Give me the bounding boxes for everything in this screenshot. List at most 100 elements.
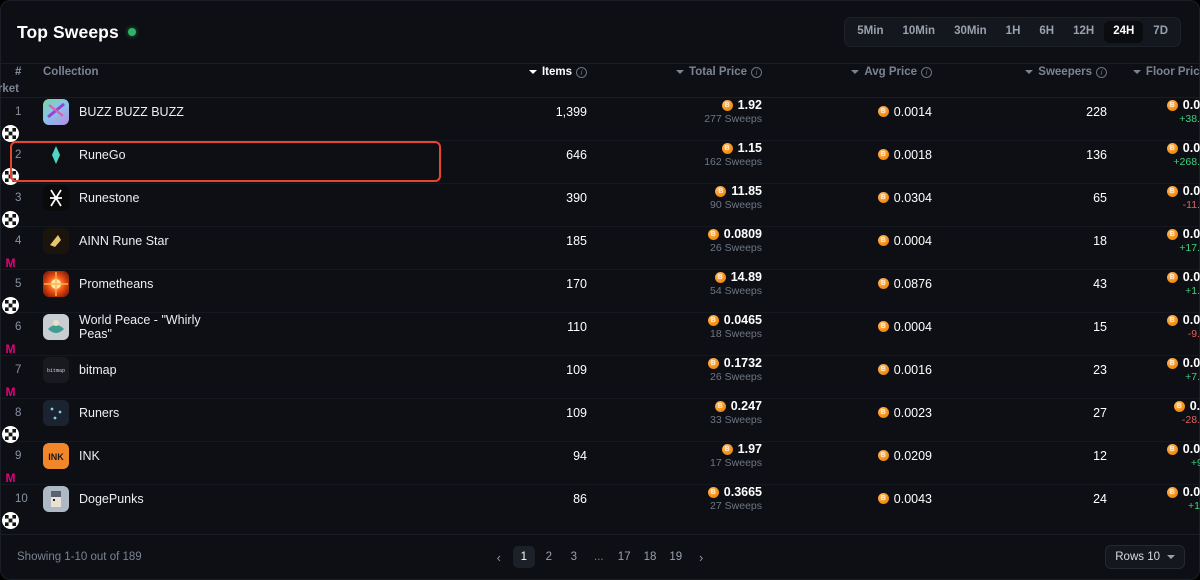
rows-per-page-select[interactable]: Rows 10: [1105, 545, 1185, 569]
column-header-total-price[interactable]: Total Price i: [587, 66, 762, 78]
pagination-page-2[interactable]: 2: [538, 546, 560, 568]
timeframe-6h[interactable]: 6H: [1030, 21, 1063, 43]
timeframe-10min[interactable]: 10Min: [893, 21, 944, 43]
pagination-page-18[interactable]: 18: [639, 546, 662, 568]
row-collection[interactable]: Prometheans: [35, 270, 427, 297]
floor-price-change: -28.06%: [1181, 414, 1200, 426]
row-collection[interactable]: World Peace - "Whirly Peas": [35, 313, 427, 341]
bitcoin-coin-icon: [721, 443, 733, 455]
market-icon-magiceden[interactable]: M: [2, 340, 19, 357]
avg-price-value: 0.0304: [893, 190, 932, 205]
collection-name: DogePunks: [79, 491, 144, 506]
market-icon-okx[interactable]: [2, 426, 19, 443]
row-total-price: 0.080926 Sweeps: [587, 227, 762, 254]
timeframe-5min[interactable]: 5Min: [848, 21, 892, 43]
row-collection[interactable]: DogePunks: [35, 485, 427, 512]
row-rank: 10: [15, 492, 28, 505]
row-total-price: 11.8590 Sweeps: [587, 184, 762, 211]
floor-price-value: 0.0015: [1182, 356, 1200, 370]
table-row[interactable]: 3Runestone39011.8590 Sweeps0.0304650.026…: [1, 184, 1200, 228]
floor-price-change: +1.93%: [1185, 285, 1200, 297]
column-header-items[interactable]: Items i: [427, 66, 587, 78]
info-icon[interactable]: i: [921, 66, 932, 78]
row-rank: 9: [15, 449, 22, 462]
table-row[interactable]: 7bitmapbitmap1090.173226 Sweeps0.0016230…: [1, 356, 1200, 400]
row-items: 390: [566, 190, 587, 205]
row-collection[interactable]: INK INK: [35, 442, 427, 469]
row-collection[interactable]: bitmap bitmap: [35, 356, 427, 383]
column-header-avg-price[interactable]: Avg Price i: [762, 66, 932, 78]
bitcoin-coin-icon: [1166, 99, 1178, 111]
total-price-sweeps: 162 Sweeps: [704, 156, 762, 168]
total-price-sweeps: 27 Sweeps: [710, 500, 762, 512]
column-header-collection[interactable]: Collection: [35, 66, 427, 78]
market-icon-okx[interactable]: [2, 125, 19, 142]
timeframe-1h[interactable]: 1H: [997, 21, 1030, 43]
floor-price-change: +170%: [1188, 500, 1200, 512]
row-avg-price: 0.0016: [762, 363, 932, 377]
row-collection[interactable]: BUZZ BUZZ BUZZ: [35, 98, 427, 125]
market-icon-okx[interactable]: [2, 512, 19, 529]
column-header-items-label: Items: [541, 66, 572, 79]
pagination-next-button[interactable]: ›: [690, 546, 712, 568]
row-collection[interactable]: Runers: [35, 399, 427, 426]
info-icon[interactable]: i: [1096, 66, 1107, 78]
row-floor-price: 0.0019+268.13%: [1107, 141, 1200, 168]
avg-price-value: 0.0023: [893, 405, 932, 420]
timeframe-30min[interactable]: 30Min: [945, 21, 996, 43]
total-price-sweeps: 26 Sweeps: [710, 371, 762, 383]
row-total-price: 0.24733 Sweeps: [587, 399, 762, 426]
rows-per-page-label: Rows 10: [1115, 551, 1160, 563]
row-items: 185: [566, 233, 587, 248]
row-collection[interactable]: RuneGo: [35, 141, 427, 168]
table-row[interactable]: 1BUZZ BUZZ BUZZ1,3991.92277 Sweeps0.0014…: [1, 98, 1200, 142]
table-row[interactable]: 9INKINK941.9717 Sweeps0.0209120.0196+9.5…: [1, 442, 1200, 486]
bitcoin-coin-icon: [877, 493, 889, 504]
pagination-page-19[interactable]: 19: [664, 546, 687, 568]
table-row[interactable]: 6World Peace - "Whirly Peas"1100.046518 …: [1, 313, 1200, 357]
table-row[interactable]: 8Runers1090.24733 Sweeps0.0023270.002-28…: [1, 399, 1200, 443]
row-sweepers: 23: [1093, 362, 1107, 377]
bitcoin-coin-icon: [1166, 228, 1178, 240]
timeframe-7d[interactable]: 7D: [1144, 21, 1177, 43]
table-row[interactable]: 10DogePunks860.366527 Sweeps0.0043240.00…: [1, 485, 1200, 529]
market-icon-okx[interactable]: [2, 211, 19, 228]
collection-name: Prometheans: [79, 276, 154, 291]
table-row[interactable]: 2RuneGo6461.15162 Sweeps0.00181360.0019+…: [1, 141, 1200, 185]
row-collection[interactable]: AINN Rune Star: [35, 227, 427, 254]
column-header-sweepers[interactable]: Sweepers i: [932, 66, 1107, 78]
pagination-page-1[interactable]: 1: [512, 546, 535, 568]
column-header-floor-price[interactable]: Floor Price i: [1107, 66, 1200, 78]
pagination-page-3[interactable]: 3: [563, 546, 585, 568]
table-row[interactable]: 5Prometheans17014.8954 Sweeps0.0876430.0…: [1, 270, 1200, 314]
info-icon[interactable]: i: [576, 66, 587, 78]
market-icon-magiceden[interactable]: M: [2, 383, 19, 400]
total-price-value: 0.3665: [723, 485, 762, 499]
floor-price-value: 0.0054: [1182, 485, 1200, 499]
bitcoin-coin-icon: [877, 149, 889, 160]
svg-text:M: M: [6, 342, 16, 356]
pagination-page-17[interactable]: 17: [613, 546, 636, 568]
market-icon-okx[interactable]: [2, 297, 19, 314]
row-floor-price: 0.0015+7.14%: [1107, 356, 1200, 383]
row-market: M: [1, 254, 35, 271]
column-header-sweepers-label: Sweepers: [1038, 66, 1092, 79]
row-floor-price: 0.0004-9.77%: [1107, 313, 1200, 340]
market-icon-okx[interactable]: [2, 168, 19, 185]
market-icon-magiceden[interactable]: M: [2, 254, 19, 271]
row-floor-price: 0.0054+170%: [1107, 485, 1200, 512]
row-avg-price: 0.0004: [762, 234, 932, 248]
timeframe-selector[interactable]: 5Min 10Min 30Min 1H 6H 12H 24H 7D: [844, 17, 1181, 47]
row-collection[interactable]: Runestone: [35, 184, 427, 211]
timeframe-24h[interactable]: 24H: [1104, 21, 1144, 43]
row-floor-price: 0.0003+17.24%: [1107, 227, 1200, 254]
info-icon[interactable]: i: [751, 66, 762, 78]
row-sweepers: 136: [1086, 147, 1107, 162]
row-rank: 3: [15, 191, 22, 204]
market-icon-magiceden[interactable]: M: [2, 469, 19, 486]
pagination-prev-button[interactable]: ‹: [488, 546, 510, 568]
total-price-sweeps: 54 Sweeps: [710, 285, 762, 297]
timeframe-12h[interactable]: 12H: [1064, 21, 1103, 43]
table-row[interactable]: 4AINN Rune Star1850.080926 Sweeps0.00041…: [1, 227, 1200, 271]
floor-price-change: +7.14%: [1185, 371, 1200, 383]
